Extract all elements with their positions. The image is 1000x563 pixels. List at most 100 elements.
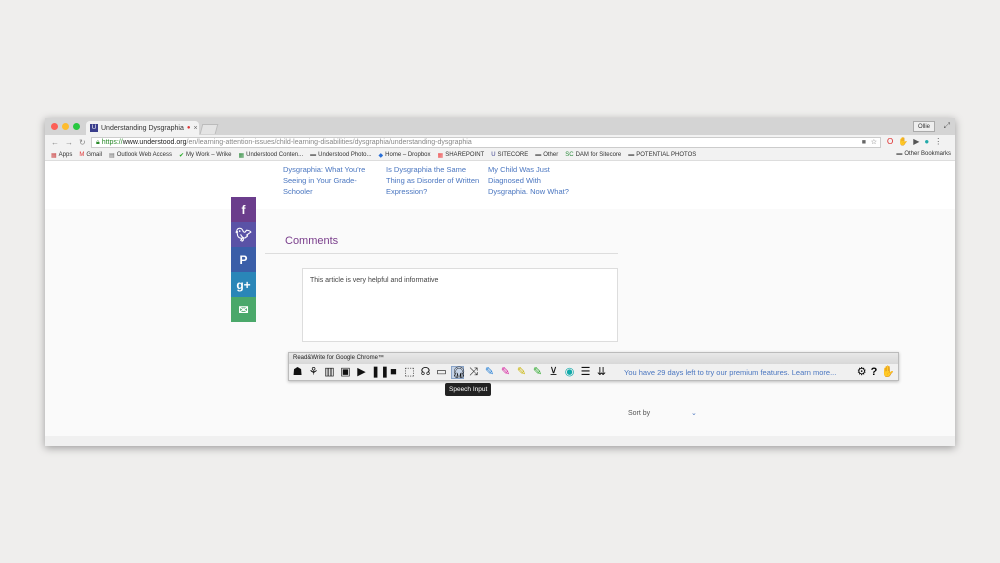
close-tab-icon[interactable]: ×	[194, 125, 198, 132]
comment-textarea[interactable]: This article is very helpful and informa…	[302, 268, 618, 342]
picture-icon[interactable]: ▣	[339, 366, 352, 379]
related-article-link[interactable]: Is Dysgraphia the Same Thing as Disorder…	[386, 164, 481, 197]
bookmark-item[interactable]: ▬ Other	[535, 152, 558, 158]
email-icon: ✉	[238, 302, 249, 317]
speech-input-icon[interactable]: 🎧︎	[451, 366, 466, 379]
page-footer-strip	[45, 436, 955, 446]
minimize-window-button[interactable]	[62, 123, 69, 130]
pinterest-share-button[interactable]: P	[231, 247, 256, 272]
outlook-icon: ▤	[109, 152, 115, 159]
forward-icon[interactable]: →	[65, 138, 73, 147]
opera-icon[interactable]: O	[887, 137, 893, 146]
window-controls	[51, 123, 80, 130]
shuffle-icon[interactable]: ⤨	[467, 366, 480, 379]
pause-icon[interactable]: ❚❚	[371, 366, 389, 379]
sheet-icon: ▦	[238, 152, 245, 159]
url-scheme: https://	[101, 139, 123, 146]
sitecore-icon: U	[491, 152, 496, 158]
bookmark-item[interactable]: ▬ POTENTIAL PHOTOS	[628, 152, 696, 158]
bookmark-item[interactable]: ▦ SHAREPOINT	[438, 152, 485, 159]
play-icon[interactable]: ▶	[355, 366, 368, 379]
extension-icons: O ✋ ▶ ● ⋮	[887, 137, 942, 146]
related-article-link[interactable]: Dysgraphia: What You're Seeing in Your G…	[283, 164, 378, 197]
dropbox-icon: ◆	[378, 152, 384, 159]
word-prediction-icon[interactable]: ☗	[291, 366, 304, 379]
bookmark-item[interactable]: ◆ Home – Dropbox	[379, 152, 431, 159]
bookmark-item[interactable]: SC DAM for Sitecore	[565, 152, 621, 158]
readwrite-toolbar: Read&Write for Google Chrome™ ☗ ⚘ ▥ ▣ ▶ …	[288, 352, 899, 381]
close-window-button[interactable]	[51, 123, 58, 130]
recording-icon: ●	[186, 125, 191, 131]
list-icon[interactable]: ☰	[579, 366, 592, 379]
email-share-button[interactable]: ✉	[231, 297, 256, 322]
url-domain: www.understood.org	[122, 139, 187, 146]
social-share-bar: f 🐦︎ P g+ ✉	[231, 197, 256, 322]
grammarly-icon[interactable]: ●	[924, 137, 929, 146]
reload-icon[interactable]: ↻	[79, 138, 86, 147]
dictionary-icon[interactable]: ⚘	[307, 366, 320, 379]
bookmark-item[interactable]: ▬ Understood Photo...	[310, 152, 371, 158]
bookmark-item[interactable]: ✔ My Work – Wrike	[179, 152, 231, 159]
bookmark-item[interactable]: ▦ Apps	[51, 152, 72, 159]
bookmark-item[interactable]: ▦ Understood Conten...	[238, 152, 303, 159]
cast-icon[interactable]: ▶	[913, 137, 919, 146]
bookmark-star-icon[interactable]: ☆	[871, 138, 877, 147]
highlighter-yellow-icon[interactable]: ✎	[515, 366, 528, 379]
help-icon[interactable]: ?	[871, 366, 878, 379]
new-tab-button[interactable]	[199, 124, 219, 134]
screenshot-reader-icon[interactable]: ⬚	[403, 366, 416, 379]
highlighter-blue-icon[interactable]: ✎	[483, 366, 496, 379]
sort-icon[interactable]: ⇊	[595, 366, 608, 379]
wrike-icon: ✔	[178, 152, 184, 159]
speech-input-tooltip: Speech Input	[445, 383, 492, 396]
related-article-link[interactable]: My Child Was Just Diagnosed With Dysgrap…	[488, 164, 583, 197]
twitter-icon: 🐦︎	[235, 226, 252, 242]
comments-heading: Comments	[285, 235, 339, 247]
highlighter-pink-icon[interactable]: ✎	[499, 366, 512, 379]
googleplus-share-button[interactable]: g+	[231, 272, 256, 297]
picture-dictionary-icon[interactable]: ▥	[323, 366, 336, 379]
camera-icon[interactable]: ■	[862, 138, 866, 147]
browser-tab[interactable]: U Understanding Dysgraphia ● ×	[86, 121, 199, 135]
back-icon[interactable]: ←	[51, 138, 59, 147]
highlighter-green-icon[interactable]: ✎	[531, 366, 544, 379]
sort-by-label: Sort by	[628, 410, 651, 417]
readwrite-right-controls: ⚙ ? ✋	[857, 366, 895, 379]
audio-maker-icon[interactable]: ☊	[419, 366, 432, 379]
trial-notice-link[interactable]: You have 29 days left to try our premium…	[624, 368, 836, 377]
folder-icon: ▬	[628, 152, 635, 158]
twitter-share-button[interactable]: 🐦︎	[231, 222, 256, 247]
lock-icon: 🔒︎	[96, 139, 100, 146]
settings-gear-icon[interactable]: ⚙	[857, 366, 867, 379]
highlight-collect-icon[interactable]: ⊻	[547, 366, 560, 379]
browser-window: U Understanding Dysgraphia ● × Ollie ⤢ ←…	[45, 118, 955, 446]
bookmark-item[interactable]: U SITECORE	[491, 152, 528, 158]
pinterest-icon: P	[239, 252, 248, 267]
folder-icon: ▬	[535, 152, 542, 158]
profile-button[interactable]: Ollie	[912, 121, 935, 132]
facebook-share-button[interactable]: f	[231, 197, 256, 222]
readwrite-extension-icon[interactable]: ✋	[898, 137, 908, 146]
readwrite-logo-icon[interactable]: ✋	[881, 366, 895, 379]
googleplus-icon: g+	[236, 277, 251, 292]
bookmark-item[interactable]: M Gmail	[79, 152, 102, 158]
title-bar: U Understanding Dysgraphia ● × Ollie ⤢	[45, 118, 955, 135]
page-content: Dysgraphia: What You're Seeing in Your G…	[45, 161, 955, 446]
stop-icon[interactable]: ■	[387, 366, 400, 379]
address-bar[interactable]: 🔒︎ https://www.understood.org/en/learnin…	[91, 137, 881, 148]
chevron-down-icon[interactable]: ⌄	[691, 409, 697, 417]
folder-icon: ▬	[896, 151, 903, 157]
maximize-window-button[interactable]	[73, 123, 80, 130]
menu-icon[interactable]: ⋮	[934, 137, 942, 146]
bookmark-item[interactable]: ▤ Outlook Web Access	[109, 152, 172, 159]
fullscreen-icon[interactable]: ⤢	[944, 121, 950, 131]
facebook-icon: f	[241, 202, 246, 217]
bookmarks-bar: ▦ Apps M Gmail ▤ Outlook Web Access ✔ My Wor…	[45, 150, 955, 161]
sharepoint-icon: ▦	[437, 152, 444, 159]
address-row: ← → ↻ 🔒︎ https://www.understood.org/en/l…	[45, 135, 955, 150]
vocabulary-icon[interactable]: ◉	[563, 366, 576, 379]
other-bookmarks[interactable]: ▬ Other Bookmarks	[896, 151, 951, 157]
related-articles: Dysgraphia: What You're Seeing in Your G…	[45, 161, 955, 209]
readwrite-tools: ☗ ⚘ ▥ ▣ ▶ ❚❚ ■ ⬚ ☊ ▭ 🎧︎ ⤨ ✎ ✎ ✎ ✎ ⊻ ◉ ☰ …	[291, 366, 608, 379]
screen-mask-icon[interactable]: ▭	[435, 366, 448, 379]
